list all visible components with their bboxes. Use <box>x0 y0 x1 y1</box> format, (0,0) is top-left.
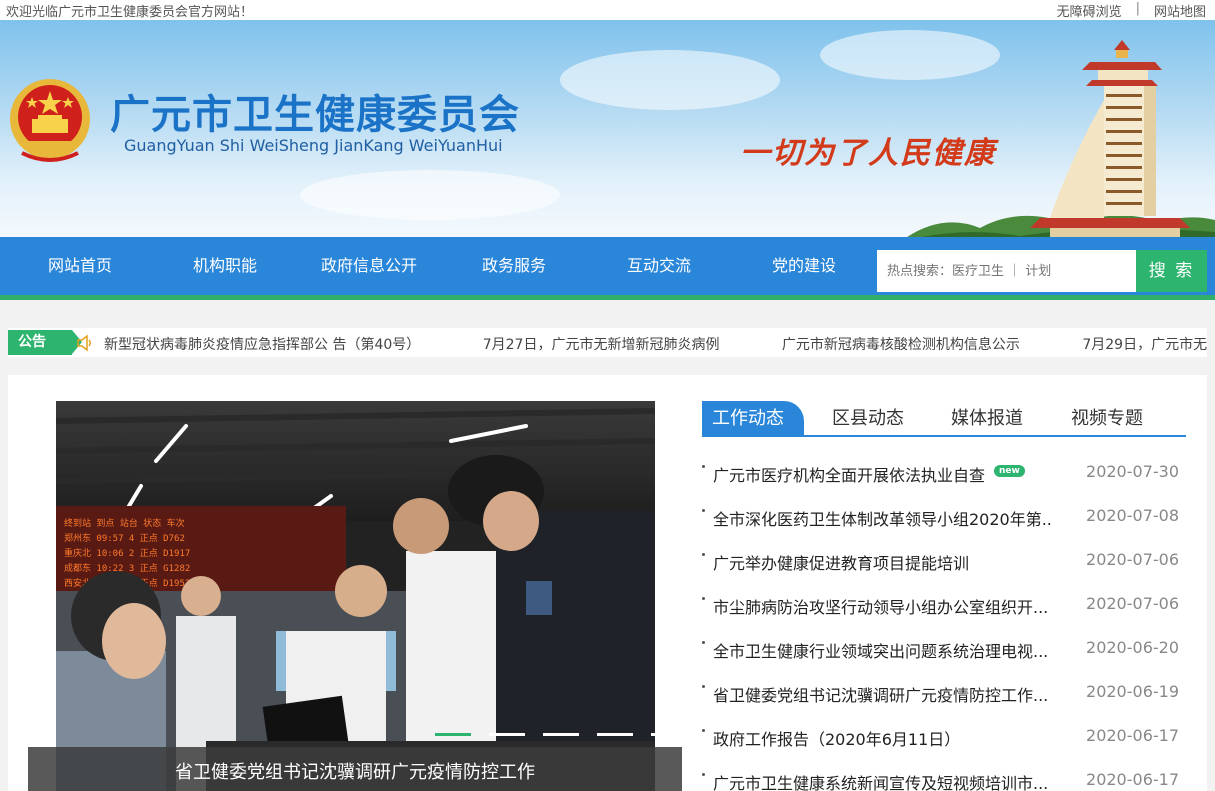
svg-text:重庆北 10:06 2 正点 D1917: 重庆北 10:06 2 正点 D1917 <box>64 547 190 559</box>
news-date: 2020-06-17 <box>1086 726 1179 745</box>
pagoda-tower-icon <box>1030 40 1190 237</box>
tab-video-topics[interactable]: 视频专题 <box>1071 401 1143 437</box>
news-title[interactable]: 全市深化医药卫生体制改革领导小组2020年第... <box>713 506 1053 530</box>
list-item[interactable]: 省卫健委党组书记沈骥调研广元疫情防控工作... 2020-06-19 <box>702 671 1186 715</box>
bullet-icon <box>702 553 705 556</box>
news-title[interactable]: 全市卫生健康行业领域突出问题系统治理电视... <box>713 638 1048 662</box>
header-banner: 广元市卫生健康委员会 GuangYuan Shi WeiSheng JianKa… <box>0 20 1215 237</box>
slide-dot[interactable] <box>489 733 525 736</box>
news-title[interactable]: 政府工作报告（2020年6月11日） <box>713 726 960 750</box>
search-input[interactable] <box>877 250 1136 292</box>
list-item[interactable]: 全市卫生健康行业领域突出问题系统治理电视... 2020-06-20 <box>702 627 1186 671</box>
search-box: 搜 索 <box>877 250 1207 292</box>
news-title[interactable]: 广元市卫生健康系统新闻宣传及短视频培训市... <box>713 770 1048 791</box>
announcement-ticker: 新型冠状病毒肺炎疫情应急指挥部公 告（第40号） 7月27日，广元市无新增新冠肺… <box>104 334 1207 354</box>
news-title[interactable]: 省卫健委党组书记沈骥调研广元疫情防控工作... <box>713 682 1048 706</box>
divider: | <box>1135 1 1140 16</box>
nav-item-gov-info[interactable]: 政府信息公开 <box>304 237 434 295</box>
speaker-icon <box>77 334 91 352</box>
bullet-icon <box>702 597 705 600</box>
top-links: 无障碍浏览 | 网站地图 <box>1057 1 1206 20</box>
svg-text:郑州东 09:57 4 正点 D762: 郑州东 09:57 4 正点 D762 <box>64 532 185 544</box>
bullet-icon <box>702 685 705 688</box>
news-date: 2020-07-06 <box>1086 594 1179 613</box>
news-date: 2020-07-30 <box>1086 462 1179 481</box>
announcement-item[interactable]: 7月27日，广元市无新增新冠肺炎病例 <box>483 337 720 353</box>
tab-media-reports[interactable]: 媒体报道 <box>951 401 1023 437</box>
slide-indicators <box>435 733 687 736</box>
bullet-icon <box>702 641 705 644</box>
bullet-icon <box>702 773 705 776</box>
list-item[interactable]: 广元举办健康促进教育项目提能培训 2020-07-06 <box>702 539 1186 583</box>
site-title: 广元市卫生健康委员会 <box>110 92 520 138</box>
slide-dot[interactable] <box>651 733 687 736</box>
site-title-pinyin: GuangYuan Shi WeiSheng JianKang WeiYuanH… <box>124 136 503 155</box>
nav-item-home[interactable]: 网站首页 <box>15 237 145 295</box>
bullet-icon <box>702 509 705 512</box>
svg-text:终到站 到点 站台 状态 车次: 终到站 到点 站台 状态 车次 <box>64 517 185 529</box>
news-tabs: 工作动态 区县动态 媒体报道 视频专题 <box>702 401 1186 437</box>
announcement-item[interactable]: 7月29日，广元市无新 <box>1082 337 1207 353</box>
featured-caption[interactable]: 省卫健委党组书记沈骥调研广元疫情防控工作 <box>28 747 682 791</box>
news-date: 2020-06-17 <box>1086 770 1179 789</box>
list-item[interactable]: 广元市卫生健康系统新闻宣传及短视频培训市... 2020-06-17 <box>702 759 1186 791</box>
list-item[interactable]: 广元市医疗机构全面开展依法执业自查 new 2020-07-30 <box>702 451 1186 495</box>
national-emblem-icon <box>10 79 90 162</box>
announcement-bar: 公告 新型冠状病毒肺炎疫情应急指挥部公 告（第40号） 7月27日，广元市无新增… <box>8 328 1207 357</box>
list-item[interactable]: 市尘肺病防治攻坚行动领导小组办公室组织开... 2020-07-06 <box>702 583 1186 627</box>
news-title[interactable]: 广元举办健康促进教育项目提能培训 <box>713 550 969 574</box>
list-item[interactable]: 政府工作报告（2020年6月11日） 2020-06-17 <box>702 715 1186 759</box>
top-bar: 欢迎光临广元市卫生健康委员会官方网站！ 无障碍浏览 | 网站地图 <box>0 0 1215 20</box>
bullet-icon <box>702 729 705 732</box>
nav-item-party[interactable]: 党的建设 <box>739 237 869 295</box>
new-badge: new <box>994 465 1025 477</box>
nav-item-interaction[interactable]: 互动交流 <box>594 237 724 295</box>
bullet-icon <box>702 465 705 468</box>
slogan: 一切为了人民健康 <box>740 136 996 171</box>
announcement-item[interactable]: 新型冠状病毒肺炎疫情应急指挥部公 告（第40号） <box>104 337 420 353</box>
main-nav: 网站首页 机构职能 政府信息公开 政务服务 互动交流 党的建设 搜 索 <box>0 237 1215 300</box>
slide-dot[interactable] <box>543 733 579 736</box>
svg-text:成都东 10:22 3 正点 G1282: 成都东 10:22 3 正点 G1282 <box>64 562 190 574</box>
welcome-text: 欢迎光临广元市卫生健康委员会官方网站！ <box>6 5 254 20</box>
news-date: 2020-06-20 <box>1086 638 1179 657</box>
slide-dot[interactable] <box>597 733 633 736</box>
news-date: 2020-07-06 <box>1086 550 1179 569</box>
tab-county-news[interactable]: 区县动态 <box>832 401 904 437</box>
accessibility-link[interactable]: 无障碍浏览 <box>1057 1 1122 20</box>
search-button[interactable]: 搜 索 <box>1136 250 1207 292</box>
news-list: 广元市医疗机构全面开展依法执业自查 new 2020-07-30 全市深化医药卫… <box>702 451 1186 791</box>
news-title[interactable]: 广元市医疗机构全面开展依法执业自查 <box>713 462 985 486</box>
tab-work-news[interactable]: 工作动态 <box>702 401 804 437</box>
sitemap-link[interactable]: 网站地图 <box>1154 1 1206 20</box>
nav-item-org-functions[interactable]: 机构职能 <box>160 237 290 295</box>
announcement-badge: 公告 <box>8 330 82 355</box>
news-date: 2020-06-19 <box>1086 682 1179 701</box>
announcement-item[interactable]: 广元市新冠病毒核酸检测机构信息公示 <box>782 337 1020 353</box>
news-date: 2020-07-08 <box>1086 506 1179 525</box>
list-item[interactable]: 全市深化医药卫生体制改革领导小组2020年第... 2020-07-08 <box>702 495 1186 539</box>
nav-item-services[interactable]: 政务服务 <box>449 237 579 295</box>
news-title[interactable]: 市尘肺病防治攻坚行动领导小组办公室组织开... <box>713 594 1048 618</box>
slide-dot[interactable] <box>435 733 471 736</box>
